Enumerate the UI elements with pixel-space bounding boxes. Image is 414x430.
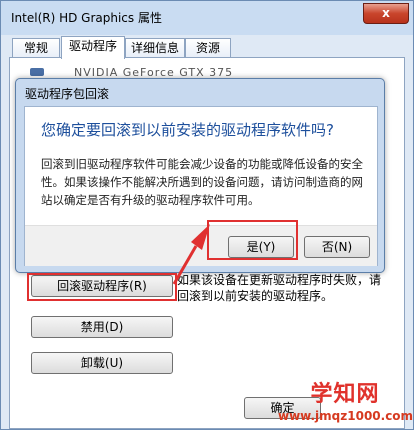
rollback-description: 如果该设备在更新驱动程序时失败，请回滚到以前安装的驱动程序。 bbox=[177, 273, 382, 303]
tab-resources[interactable]: 资源 bbox=[185, 38, 231, 58]
watermark-logo: 学知网 www.jmqz1000.com bbox=[278, 382, 414, 428]
rollback-confirm-dialog: 驱动程序包回滚 您确定要回滚到以前安装的驱动程序软件吗? 回滚到旧驱动程序软件可… bbox=[15, 78, 385, 273]
tab-driver[interactable]: 驱动程序 bbox=[61, 36, 125, 59]
dialog-question: 您确定要回滚到以前安装的驱动程序软件吗? bbox=[41, 121, 334, 139]
dialog-footer: 是(Y) 否(N) bbox=[25, 225, 377, 266]
dialog-detail: 回滚到旧驱动程序软件可能会减少设备的功能或降低设备的安全性。如果该操作不能解决所… bbox=[41, 157, 363, 207]
tab-details[interactable]: 详细信息 bbox=[125, 38, 185, 58]
watermark-site: www.jmqz1000.com bbox=[278, 409, 414, 423]
no-button[interactable]: 否(N) bbox=[304, 236, 370, 258]
yes-highlight-box bbox=[207, 220, 298, 260]
close-button[interactable]: x bbox=[363, 3, 409, 24]
disable-button[interactable]: 禁用(D) bbox=[31, 316, 173, 338]
uninstall-button[interactable]: 卸载(U) bbox=[31, 352, 173, 374]
rollback-highlight-box bbox=[27, 273, 177, 301]
watermark-name: 学知网 bbox=[310, 382, 380, 407]
tab-general[interactable]: 常规 bbox=[12, 38, 60, 58]
display-adapter-icon bbox=[30, 68, 44, 76]
dialog-body: 您确定要回滚到以前安装的驱动程序软件吗? 回滚到旧驱动程序软件可能会减少设备的功… bbox=[24, 106, 378, 266]
window-title: Intel(R) HD Graphics 属性 bbox=[11, 11, 162, 25]
dialog-title: 驱动程序包回滚 bbox=[25, 87, 110, 101]
